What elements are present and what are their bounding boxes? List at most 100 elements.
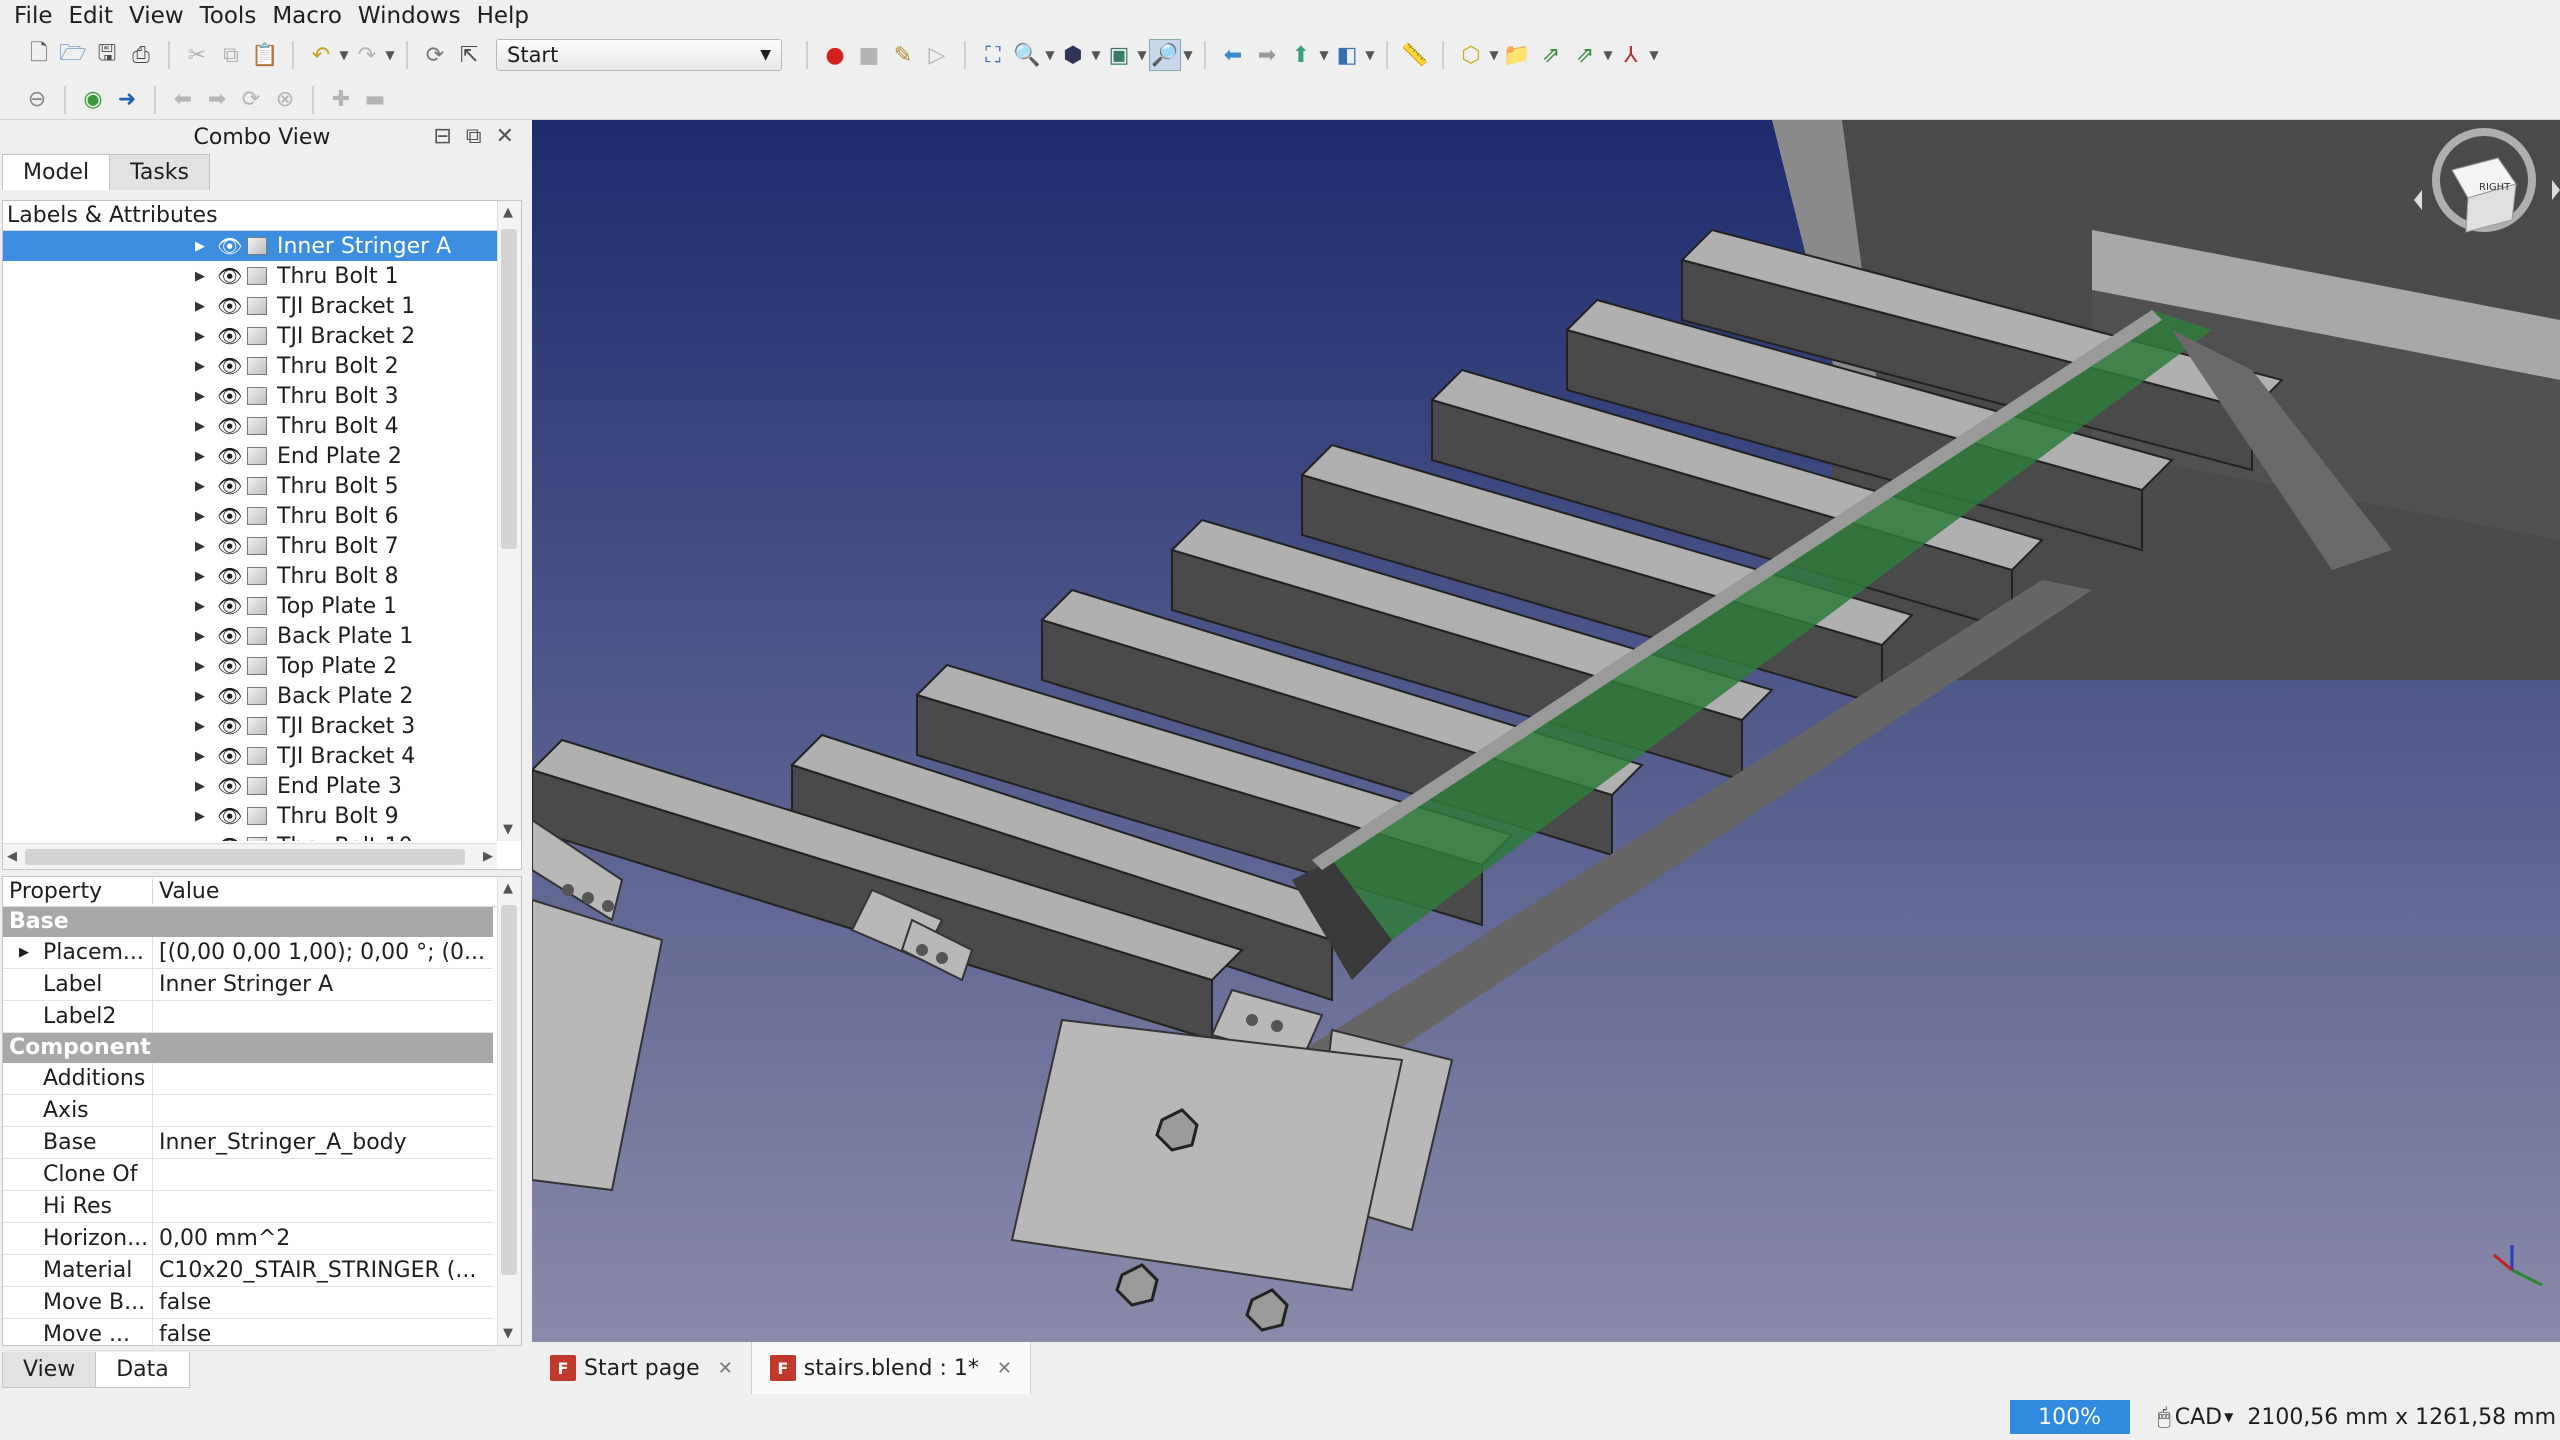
tree-item[interactable]: ▶ 👁 Back Plate 2 [3,681,497,711]
record-macro-icon[interactable]: ● [819,39,851,71]
zoom-box-icon[interactable]: 🔎 [1149,39,1181,71]
tree-item[interactable]: ▶ 👁 Top Plate 1 [3,591,497,621]
property-row[interactable]: Axis [3,1095,493,1127]
forward-arrow-icon[interactable]: ➡ [1251,39,1283,71]
fit-all-icon[interactable]: ⛶ [977,39,1009,71]
menu-view[interactable]: View [121,0,192,32]
up-arrow-icon[interactable]: ⬆ [1285,39,1317,71]
3d-viewport[interactable]: RIGHT [532,120,2560,1342]
tab-tasks[interactable]: Tasks [109,154,211,190]
expand-arrow-icon[interactable]: ▶ [195,299,209,314]
expand-arrow-icon[interactable]: ▶ [195,569,209,584]
workbench-selector[interactable]: Start ▼ [496,39,782,71]
part-chevron-down-icon[interactable]: ▼ [1488,48,1500,62]
property-row[interactable]: Base Inner_Stringer_A_body [3,1127,493,1159]
visibility-eye-icon[interactable]: 👁 [217,834,243,841]
view-box-icon[interactable]: ◧ [1331,39,1363,71]
undo-menu-chevron-down-icon[interactable]: ▼ [338,48,350,62]
visibility-eye-icon[interactable]: 👁 [217,294,243,318]
expand-arrow-icon[interactable]: ▶ [195,389,209,404]
expand-arrow-icon[interactable]: ▶ [195,239,209,254]
expand-arrow-icon[interactable]: ▶ [195,749,209,764]
zoom-out-icon[interactable]: ▬ [359,84,391,116]
visibility-eye-icon[interactable]: 👁 [217,414,243,438]
property-row[interactable]: Move ... false [3,1319,493,1351]
draw-style-chevron-down-icon[interactable]: ▼ [1090,48,1102,62]
scrollbar-thumb[interactable] [25,849,465,865]
visibility-eye-icon[interactable]: 👁 [217,354,243,378]
tree-item[interactable]: ▶ 👁 TJI Bracket 4 [3,741,497,771]
measure-icon[interactable]: 📏 [1399,39,1431,71]
property-row[interactable]: ▶ Placem... [(0,00 0,00 1,00); 0,00 °; (0.… [3,937,493,969]
scroll-down-icon[interactable]: ▼ [503,1326,513,1341]
undo-icon[interactable]: ↶ [305,39,337,71]
scroll-down-icon[interactable]: ▼ [503,822,513,837]
tab-view[interactable]: View [2,1352,97,1388]
tree-item[interactable]: ▶ 👁 Thru Bolt 3 [3,381,497,411]
tree-item[interactable]: ▶ 👁 TJI Bracket 1 [3,291,497,321]
tree-item[interactable]: ▶ 👁 Thru Bolt 10 [3,831,497,841]
close-icon[interactable]: ✕ [718,1358,733,1379]
visibility-eye-icon[interactable]: 👁 [217,504,243,528]
tree-item[interactable]: ▶ 👁 Thru Bolt 8 [3,561,497,591]
expand-arrow-icon[interactable]: ▶ [195,839,209,842]
scroll-left-icon[interactable]: ◀ [7,849,17,864]
visibility-eye-icon[interactable]: 👁 [217,624,243,648]
tree-item[interactable]: ▶ 👁 Thru Bolt 4 [3,411,497,441]
expand-arrow-icon[interactable]: ▶ [195,449,209,464]
paste-icon[interactable]: 📋 [249,39,281,71]
new-document-icon[interactable]: 🗋 [23,39,55,71]
property-row[interactable]: Material C10x20_STAIR_STRINGER (... [3,1255,493,1287]
visibility-eye-icon[interactable]: 👁 [217,774,243,798]
scroll-up-icon[interactable]: ▲ [503,205,513,220]
property-value[interactable]: false [153,1322,211,1347]
redo-icon[interactable]: ↷ [351,39,383,71]
menu-macro[interactable]: Macro [264,0,350,32]
copy-icon[interactable]: ⧉ [215,39,247,71]
tree-vertical-scrollbar[interactable]: ▲ ▼ [497,201,521,841]
link-actions-icon[interactable]: ⇗ [1569,39,1601,71]
property-row[interactable]: Label Inner Stringer A [3,969,493,1001]
menu-file[interactable]: File [6,0,61,32]
expand-arrow-icon[interactable]: ▶ [195,419,209,434]
web-refresh-icon[interactable]: ⟳ [235,84,267,116]
stop-macro-icon[interactable]: ■ [853,39,885,71]
draw-style-icon[interactable]: ⬢ [1057,39,1089,71]
minimize-panel-icon[interactable]: ⊟ [433,124,451,149]
navigation-style-selector[interactable]: 🖱 CAD ▼ [2158,1405,2234,1430]
tab-data[interactable]: Data [95,1352,190,1388]
tree-item[interactable]: ▶ 👁 Thru Bolt 5 [3,471,497,501]
menu-tools[interactable]: Tools [192,0,265,32]
tree-item[interactable]: ▶ 👁 Inner Stringer A [3,231,497,261]
execute-macro-icon[interactable]: ▷ [921,39,953,71]
property-row[interactable]: Clone Of [3,1159,493,1191]
link-icon[interactable]: ⇗ [1535,39,1567,71]
open-icon[interactable]: 🗁 [57,39,89,71]
visibility-eye-icon[interactable]: 👁 [217,744,243,768]
expand-arrow-icon[interactable]: ▶ [195,809,209,824]
redo-menu-chevron-down-icon[interactable]: ▼ [384,48,396,62]
property-vertical-scrollbar[interactable]: ▲ ▼ [497,877,521,1345]
zoom-chevron-down-icon[interactable]: ▼ [1182,48,1194,62]
property-value[interactable]: Inner_Stringer_A_body [153,1130,407,1155]
visibility-eye-icon[interactable]: 👁 [217,804,243,828]
scroll-right-icon[interactable]: ▶ [483,849,493,864]
expand-arrow-icon[interactable]: ▶ [195,479,209,494]
3d-scene[interactable]: RIGHT [532,120,2560,1342]
web-open-icon[interactable]: ◉ [77,84,109,116]
expand-arrow-icon[interactable]: ▶ [195,719,209,734]
property-row[interactable]: Additions [3,1063,493,1095]
expand-arrow-icon[interactable]: ▶ [195,269,209,284]
tab-start-page[interactable]: F Start page ✕ [532,1342,752,1394]
web-home-icon[interactable]: ⊖ [21,84,53,116]
tab-stairs-blend[interactable]: F stairs.blend : 1* ✕ [751,1342,1031,1394]
property-value[interactable]: C10x20_STAIR_STRINGER (... [153,1258,476,1283]
tree-item[interactable]: ▶ 👁 Thru Bolt 1 [3,261,497,291]
refresh-icon[interactable]: ⟳ [419,39,451,71]
property-value[interactable]: Inner Stringer A [153,972,333,997]
cut-icon[interactable]: ✂ [181,39,213,71]
zoom-in-icon[interactable]: ✚ [325,84,357,116]
web-stop-icon[interactable]: ⊗ [269,84,301,116]
expand-arrow-icon[interactable]: ▶ [195,359,209,374]
view-chevron-down-icon[interactable]: ▼ [1364,48,1376,62]
